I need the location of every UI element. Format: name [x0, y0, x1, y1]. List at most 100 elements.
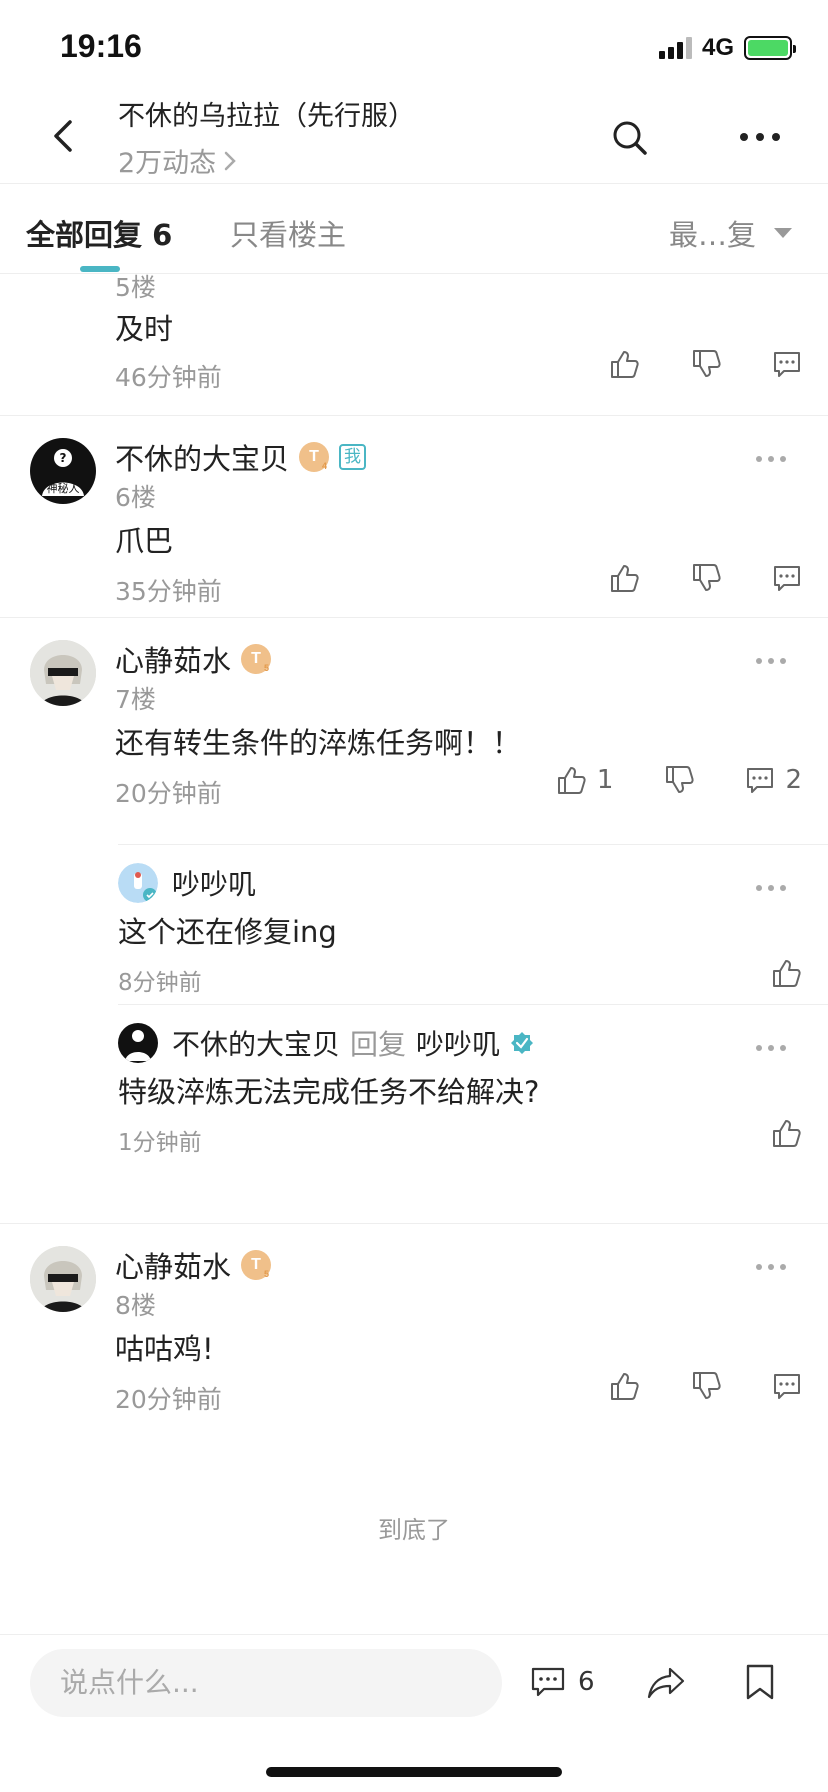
- reply-text: 特级淬炼无法完成任务不给解决?: [118, 1075, 540, 1109]
- tab-indicator: [80, 266, 120, 272]
- level-badge: T5: [241, 1250, 272, 1280]
- comment-text: 及时: [115, 312, 174, 346]
- more-icon[interactable]: [754, 656, 788, 666]
- like-button[interactable]: [608, 562, 640, 594]
- avatar[interactable]: ? 神秘人: [30, 438, 96, 504]
- author-name[interactable]: 不休的大宝贝: [172, 1023, 340, 1063]
- verified-icon: [511, 1032, 534, 1054]
- top-nav-bar: 不休的乌拉拉（先行服） 2万动态: [0, 88, 828, 184]
- more-icon[interactable]: [754, 454, 788, 464]
- comment-text: 爪巴: [115, 524, 174, 558]
- author-name[interactable]: 心静茹水: [115, 638, 231, 680]
- chevron-right-icon: [224, 151, 236, 170]
- like-button[interactable]: [770, 957, 802, 989]
- comments-count-button[interactable]: 6: [530, 1665, 595, 1699]
- reply-button[interactable]: [772, 563, 802, 593]
- dislike-icon: [693, 1372, 721, 1399]
- tab-owner-only[interactable]: 只看楼主: [230, 212, 346, 254]
- author-name[interactable]: 吵吵叽: [172, 863, 256, 903]
- like-icon: [557, 767, 586, 794]
- topic-header[interactable]: 不休的乌拉拉（先行服） 2万动态: [118, 94, 415, 180]
- svg-text:?: ?: [60, 451, 67, 465]
- search-icon[interactable]: [610, 118, 650, 158]
- back-icon[interactable]: [44, 116, 84, 156]
- sort-label: 最…复: [668, 218, 756, 252]
- dislike-button[interactable]: [690, 562, 722, 594]
- comment-actions: 1 2: [555, 764, 802, 796]
- comment-floor-8: 心静茹水 T5 8楼 咕咕鸡! 20分钟前: [0, 1224, 828, 1424]
- signal-icon: [658, 37, 692, 59]
- end-of-list-text: 到底了: [378, 1516, 450, 1544]
- comment-time: 20分钟前: [115, 779, 222, 808]
- comment-floor-7: 心静茹水 T5 7楼 还有转生条件的淬炼任务啊！！ 20分钟前 1 2 吵吵叽 …: [0, 618, 828, 1224]
- status-time: 19:16: [60, 28, 142, 64]
- floor-number: 8楼: [115, 1291, 156, 1320]
- avatar[interactable]: [30, 640, 96, 706]
- like-button[interactable]: 1: [555, 764, 614, 796]
- dislike-icon: [666, 766, 695, 793]
- dislike-button[interactable]: [690, 1370, 722, 1402]
- reply-word: 回复: [350, 1028, 407, 1061]
- reply-tabs: 全部回复 6 只看楼主 最…复: [0, 184, 828, 274]
- more-icon[interactable]: [736, 122, 784, 152]
- reply-author-line: 不休的大宝贝 回复 吵吵叽: [172, 1023, 534, 1063]
- sort-dropdown[interactable]: 最…复: [669, 212, 792, 254]
- reply-button[interactable]: [772, 349, 802, 379]
- comment-input[interactable]: 说点什么...: [30, 1649, 502, 1717]
- author-name[interactable]: 心静茹水: [115, 1244, 231, 1286]
- level-badge: T5: [241, 644, 272, 674]
- like-icon: [773, 960, 801, 987]
- activity-count-link[interactable]: 2万动态: [118, 141, 415, 180]
- avatar[interactable]: [118, 1023, 158, 1063]
- reply-button[interactable]: 2: [745, 765, 802, 795]
- more-icon[interactable]: [754, 1043, 788, 1053]
- comment-time: 46分钟前: [115, 363, 222, 392]
- anime-avatar-icon: [30, 1246, 96, 1312]
- reply-author-line: 吵吵叽: [172, 863, 256, 903]
- avatar[interactable]: [118, 863, 158, 903]
- tab-all-replies[interactable]: 全部回复 6: [26, 212, 172, 254]
- caret-down-icon: [774, 228, 792, 238]
- mystery-avatar-icon: ? 神秘人: [42, 449, 84, 496]
- like-button[interactable]: [608, 348, 640, 380]
- like-button[interactable]: [608, 1370, 640, 1402]
- reply-button[interactable]: [772, 1371, 802, 1401]
- mystery-avatar-icon: [125, 1030, 151, 1061]
- comment-text: 咕咕鸡!: [115, 1332, 214, 1366]
- comment-floor-6: ? 神秘人 不休的大宝贝 T4 我 6楼 爪巴 35分钟前: [0, 416, 828, 618]
- comment-count: 6: [578, 1667, 595, 1697]
- comment-actions: [608, 348, 802, 380]
- like-button[interactable]: [770, 1117, 802, 1149]
- comment-author-line: 不休的大宝贝 T4 我: [115, 436, 367, 478]
- battery-icon: [744, 36, 796, 60]
- avatar-icon: [118, 863, 158, 903]
- dislike-button[interactable]: [690, 348, 722, 380]
- like-icon: [611, 565, 639, 592]
- comment-floor-5: 5楼 及时 46分钟前: [0, 274, 828, 416]
- status-bar: 19:16 4G: [0, 0, 828, 88]
- bookmark-icon[interactable]: [744, 1663, 776, 1701]
- comment-actions: [608, 1370, 802, 1402]
- like-count: 1: [596, 765, 614, 795]
- comment-time: 35分钟前: [115, 577, 222, 606]
- home-indicator: [266, 1767, 562, 1777]
- like-icon: [611, 1373, 639, 1400]
- bottom-action-bar: 说点什么... 6: [0, 1634, 828, 1792]
- page-title: 不休的乌拉拉（先行服）: [118, 101, 415, 132]
- comment-icon: [774, 352, 800, 377]
- reply-time: 8分钟前: [118, 970, 202, 996]
- avatar[interactable]: [30, 1246, 96, 1312]
- comment-feed[interactable]: 5楼 及时 46分钟前 ? 神秘人 不休的大宝贝 T4 我 6楼 爪巴 35分钟…: [0, 274, 828, 1634]
- dislike-icon: [693, 350, 721, 377]
- reply-target-name[interactable]: 吵吵叽: [416, 1023, 500, 1063]
- sub-reply: 吵吵叽 这个还在修复ing 8分钟前: [118, 844, 828, 1004]
- reply-text: 这个还在修复ing: [118, 915, 337, 949]
- comment-icon: [747, 768, 774, 793]
- dislike-button[interactable]: [663, 764, 695, 796]
- share-icon[interactable]: [646, 1665, 686, 1701]
- comment-icon: [774, 1374, 800, 1399]
- level-badge: T4: [299, 442, 330, 472]
- more-icon[interactable]: [754, 883, 788, 893]
- more-icon[interactable]: [754, 1262, 788, 1272]
- author-name[interactable]: 不休的大宝贝: [115, 436, 289, 478]
